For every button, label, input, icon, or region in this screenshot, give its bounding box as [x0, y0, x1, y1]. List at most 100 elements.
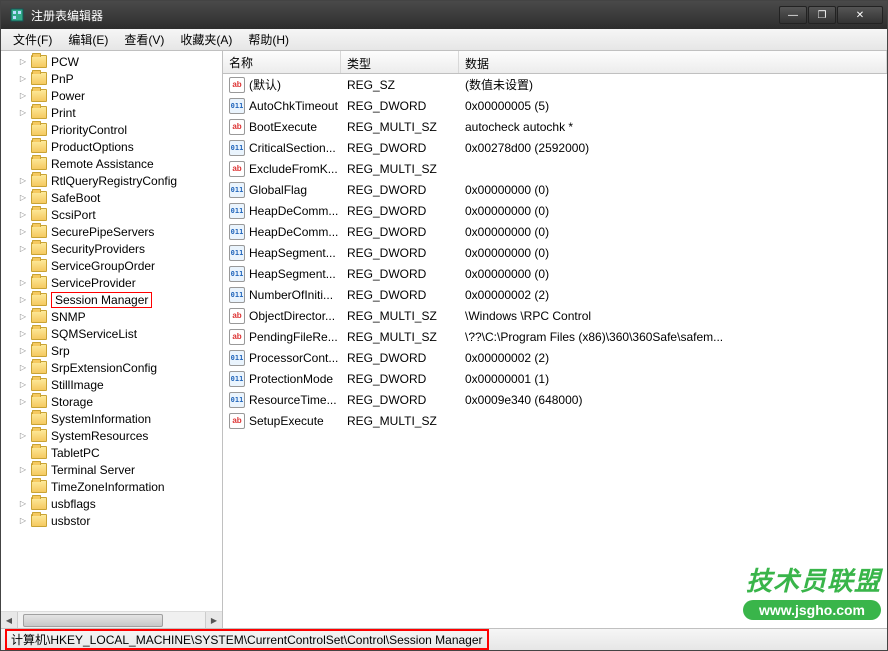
values-pane[interactable]: 名称 类型 数据 ab(默认)REG_SZ(数值未设置)011AutoChkTi… — [223, 51, 887, 628]
tree-item[interactable]: ▷ServiceGroupOrder — [1, 257, 222, 274]
close-button[interactable]: ✕ — [837, 6, 883, 24]
value-row[interactable]: 011NumberOfIniti...REG_DWORD0x00000002 (… — [223, 284, 887, 305]
tree-item[interactable]: ▷PnP — [1, 70, 222, 87]
expand-icon[interactable]: ▷ — [17, 73, 29, 85]
expand-icon[interactable]: ▷ — [17, 294, 29, 306]
tree-item[interactable]: ▷TabletPC — [1, 444, 222, 461]
tree-item[interactable]: ▷ProductOptions — [1, 138, 222, 155]
expand-icon[interactable]: ▷ — [17, 209, 29, 221]
folder-icon — [31, 463, 47, 476]
tree-pane[interactable]: ▷PCW▷PnP▷Power▷Print▷PriorityControl▷Pro… — [1, 51, 223, 628]
tree-item[interactable]: ▷Print — [1, 104, 222, 121]
value-row[interactable]: 011HeapDeComm...REG_DWORD0x00000000 (0) — [223, 200, 887, 221]
menu-favorites[interactable]: 收藏夹(A) — [172, 29, 240, 50]
menu-help[interactable]: 帮助(H) — [240, 29, 297, 50]
expand-icon[interactable]: ▷ — [17, 90, 29, 102]
values-header[interactable]: 名称 类型 数据 — [223, 51, 887, 74]
expand-icon[interactable]: ▷ — [17, 396, 29, 408]
expand-icon[interactable]: ▷ — [17, 243, 29, 255]
value-row[interactable]: 011AutoChkTimeoutREG_DWORD0x00000005 (5) — [223, 95, 887, 116]
tree-item[interactable]: ▷Power — [1, 87, 222, 104]
expand-icon[interactable]: ▷ — [17, 464, 29, 476]
tree-item[interactable]: ▷SNMP — [1, 308, 222, 325]
tree-item[interactable]: ▷Terminal Server — [1, 461, 222, 478]
registry-tree[interactable]: ▷PCW▷PnP▷Power▷Print▷PriorityControl▷Pro… — [1, 51, 222, 531]
tree-horizontal-scrollbar[interactable]: ◀ ▶ — [1, 611, 222, 628]
column-header-name[interactable]: 名称 — [223, 51, 341, 73]
tree-item[interactable]: ▷TimeZoneInformation — [1, 478, 222, 495]
value-row[interactable]: 011GlobalFlagREG_DWORD0x00000000 (0) — [223, 179, 887, 200]
tree-item[interactable]: ▷SQMServiceList — [1, 325, 222, 342]
scroll-thumb[interactable] — [23, 614, 163, 627]
expand-icon[interactable]: ▷ — [17, 56, 29, 68]
expand-icon[interactable]: ▷ — [17, 498, 29, 510]
value-row[interactable]: ab(默认)REG_SZ(数值未设置) — [223, 74, 887, 95]
values-list[interactable]: ab(默认)REG_SZ(数值未设置)011AutoChkTimeoutREG_… — [223, 74, 887, 431]
tree-item[interactable]: ▷Srp — [1, 342, 222, 359]
tree-item[interactable]: ▷SecurityProviders — [1, 240, 222, 257]
tree-item[interactable]: ▷Remote Assistance — [1, 155, 222, 172]
expand-icon[interactable]: ▷ — [17, 277, 29, 289]
tree-item[interactable]: ▷usbflags — [1, 495, 222, 512]
tree-item[interactable]: ▷SecurePipeServers — [1, 223, 222, 240]
expand-icon[interactable]: ▷ — [17, 379, 29, 391]
minimize-button[interactable]: — — [779, 6, 807, 24]
expand-icon[interactable]: ▷ — [17, 345, 29, 357]
expand-icon[interactable]: ▷ — [17, 175, 29, 187]
expand-icon[interactable]: ▷ — [17, 107, 29, 119]
expand-icon[interactable]: ▷ — [17, 430, 29, 442]
tree-item[interactable]: ▷StillImage — [1, 376, 222, 393]
expand-icon[interactable]: ▷ — [17, 311, 29, 323]
value-type: REG_DWORD — [341, 267, 459, 281]
string-value-icon: ab — [229, 413, 245, 429]
scroll-right-arrow[interactable]: ▶ — [205, 612, 222, 628]
tree-item[interactable]: ▷SafeBoot — [1, 189, 222, 206]
value-row[interactable]: 011ResourceTime...REG_DWORD0x0009e340 (6… — [223, 389, 887, 410]
menu-edit[interactable]: 编辑(E) — [60, 29, 116, 50]
titlebar[interactable]: 注册表编辑器 — ❐ ✕ — [1, 1, 887, 29]
tree-item-label: ServiceGroupOrder — [51, 259, 155, 273]
column-header-type[interactable]: 类型 — [341, 51, 459, 73]
value-name: BootExecute — [249, 120, 317, 134]
expand-icon[interactable]: ▷ — [17, 226, 29, 238]
tree-item[interactable]: ▷PriorityControl — [1, 121, 222, 138]
tree-item[interactable]: ▷Session Manager — [1, 291, 222, 308]
value-name: ProcessorCont... — [249, 351, 338, 365]
maximize-button[interactable]: ❐ — [808, 6, 836, 24]
expand-icon[interactable]: ▷ — [17, 328, 29, 340]
tree-item[interactable]: ▷RtlQueryRegistryConfig — [1, 172, 222, 189]
tree-item[interactable]: ▷ usbstor — [1, 512, 222, 529]
value-type: REG_DWORD — [341, 141, 459, 155]
tree-item[interactable]: ▷Storage — [1, 393, 222, 410]
expand-icon[interactable]: ▷ — [17, 192, 29, 204]
value-data: 0x00000001 (1) — [459, 372, 887, 386]
value-row[interactable]: abBootExecuteREG_MULTI_SZautocheck autoc… — [223, 116, 887, 137]
menu-view[interactable]: 查看(V) — [116, 29, 172, 50]
tree-item[interactable]: ▷SystemResources — [1, 427, 222, 444]
value-row[interactable]: 011HeapSegment...REG_DWORD0x00000000 (0) — [223, 263, 887, 284]
value-data: 0x00000000 (0) — [459, 267, 887, 281]
value-row[interactable]: 011HeapDeComm...REG_DWORD0x00000000 (0) — [223, 221, 887, 242]
value-row[interactable]: 011HeapSegment...REG_DWORD0x00000000 (0) — [223, 242, 887, 263]
tree-item[interactable]: ▷PCW — [1, 53, 222, 70]
tree-item[interactable]: ▷SystemInformation — [1, 410, 222, 427]
folder-icon — [31, 412, 47, 425]
tree-item[interactable]: ▷ServiceProvider — [1, 274, 222, 291]
value-row[interactable]: abObjectDirector...REG_MULTI_SZ\Windows … — [223, 305, 887, 326]
value-row[interactable]: abExcludeFromK...REG_MULTI_SZ — [223, 158, 887, 179]
tree-item-label: TimeZoneInformation — [51, 480, 165, 494]
tree-item-label: TabletPC — [51, 446, 100, 460]
value-row[interactable]: 011CriticalSection...REG_DWORD0x00278d00… — [223, 137, 887, 158]
tree-item-label: usbstor — [51, 514, 90, 528]
value-row[interactable]: 011ProcessorCont...REG_DWORD0x00000002 (… — [223, 347, 887, 368]
expand-icon[interactable]: ▷ — [17, 362, 29, 374]
value-row[interactable]: abSetupExecuteREG_MULTI_SZ — [223, 410, 887, 431]
expand-icon[interactable]: ▷ — [17, 515, 29, 527]
value-row[interactable]: abPendingFileRe...REG_MULTI_SZ\??\C:\Pro… — [223, 326, 887, 347]
menu-file[interactable]: 文件(F) — [5, 29, 60, 50]
tree-item[interactable]: ▷ScsiPort — [1, 206, 222, 223]
value-row[interactable]: 011ProtectionModeREG_DWORD0x00000001 (1) — [223, 368, 887, 389]
column-header-data[interactable]: 数据 — [459, 51, 887, 73]
tree-item[interactable]: ▷SrpExtensionConfig — [1, 359, 222, 376]
scroll-left-arrow[interactable]: ◀ — [1, 612, 18, 628]
